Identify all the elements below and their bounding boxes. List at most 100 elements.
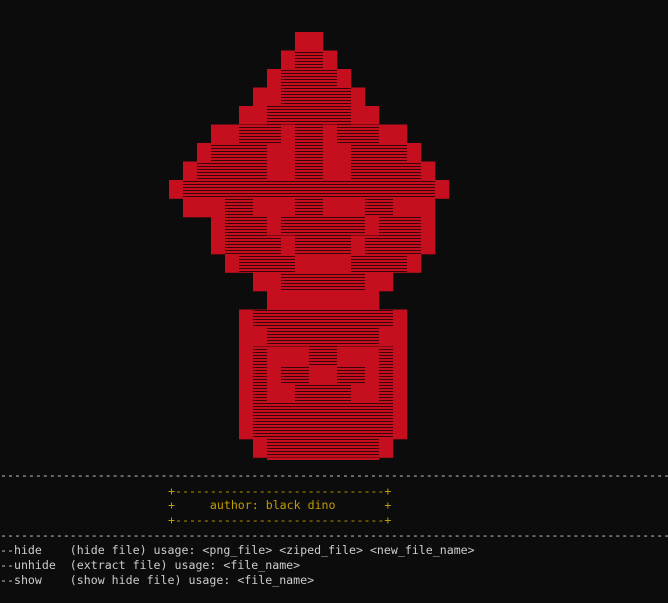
art-pixel (295, 420, 310, 440)
art-pixel (309, 180, 324, 199)
art-pixel (281, 383, 296, 403)
art-pixel (309, 272, 324, 292)
art-pixel (267, 124, 282, 144)
art-pixel (267, 346, 282, 366)
art-pixel (393, 198, 408, 218)
art-pixel (379, 328, 394, 347)
art-pixel (351, 439, 366, 458)
art-pixel (337, 198, 352, 218)
art-pixel (197, 198, 212, 218)
art-pixel (351, 143, 366, 162)
art-pixel (295, 106, 310, 125)
art-pixel (393, 402, 408, 421)
art-pixel (295, 143, 310, 162)
art-pixel (351, 124, 366, 144)
art-pixel (323, 69, 338, 88)
art-pixel (183, 198, 198, 218)
art-pixel (393, 365, 408, 384)
art-pixel (337, 346, 352, 366)
art-pixel (309, 32, 324, 51)
art-pixel (407, 161, 422, 181)
art-pixel (295, 291, 310, 310)
art-pixel (267, 383, 282, 403)
art-pixel (323, 198, 338, 218)
art-pixel (239, 309, 254, 329)
art-pixel (267, 365, 282, 384)
art-pixel (267, 457, 282, 460)
art-pixel (379, 180, 394, 199)
art-pixel (309, 309, 324, 329)
art-pixel (323, 143, 338, 162)
banner-border-top: +------------------------------+ (168, 484, 392, 498)
art-pixel (281, 143, 296, 162)
art-pixel (323, 457, 338, 460)
art-pixel (295, 254, 310, 273)
ascii-art-skull (169, 32, 450, 460)
art-pixel (323, 383, 338, 403)
art-pixel (379, 161, 394, 181)
art-pixel (393, 383, 408, 403)
art-pixel (309, 235, 324, 255)
art-pixel (267, 235, 282, 255)
art-pixel (365, 272, 380, 292)
art-pixel (421, 217, 436, 236)
art-pixel (365, 291, 380, 310)
art-pixel (239, 217, 254, 236)
art-pixel (267, 328, 282, 347)
art-pixel (211, 235, 226, 255)
art-pixel (365, 420, 380, 440)
art-pixel (183, 180, 198, 199)
banner-border-bottom: +------------------------------+ (168, 513, 392, 527)
art-pixel (239, 143, 254, 162)
art-pixel (225, 143, 240, 162)
art-pixel (351, 457, 366, 460)
art-pixel (295, 309, 310, 329)
art-pixel (253, 198, 268, 218)
art-pixel (351, 87, 366, 107)
art-pixel (309, 439, 324, 458)
art-pixel (393, 161, 408, 181)
art-pixel (239, 235, 254, 255)
art-pixel (393, 217, 408, 236)
art-pixel (407, 217, 422, 236)
art-pixel (337, 365, 352, 384)
art-pixel (267, 291, 282, 310)
art-pixel (365, 328, 380, 347)
art-pixel (295, 457, 310, 460)
art-pixel (253, 402, 268, 421)
art-pixel (281, 439, 296, 458)
art-pixel (365, 383, 380, 403)
art-pixel (295, 365, 310, 384)
art-pixel (211, 180, 226, 199)
art-pixel (267, 254, 282, 273)
art-pixel (379, 272, 394, 292)
art-pixel (281, 272, 296, 292)
art-pixel (197, 161, 212, 181)
art-pixel (351, 198, 366, 218)
art-pixel (309, 217, 324, 236)
art-pixel (253, 346, 268, 366)
art-pixel (253, 272, 268, 292)
art-pixel (197, 143, 212, 162)
art-pixel (309, 254, 324, 273)
art-pixel (323, 420, 338, 440)
art-pixel (351, 328, 366, 347)
art-pixel (351, 180, 366, 199)
art-pixel (365, 439, 380, 458)
art-pixel (295, 402, 310, 421)
art-pixel (239, 346, 254, 366)
art-pixel (323, 402, 338, 421)
art-pixel (323, 291, 338, 310)
art-pixel (323, 87, 338, 107)
art-pixel (337, 161, 352, 181)
art-pixel (393, 143, 408, 162)
art-pixel (393, 346, 408, 366)
art-pixel (281, 328, 296, 347)
art-pixel (295, 383, 310, 403)
art-pixel (253, 124, 268, 144)
art-pixel (295, 87, 310, 107)
art-pixel (295, 161, 310, 181)
art-pixel (407, 180, 422, 199)
art-pixel (239, 365, 254, 384)
art-pixel (309, 106, 324, 125)
